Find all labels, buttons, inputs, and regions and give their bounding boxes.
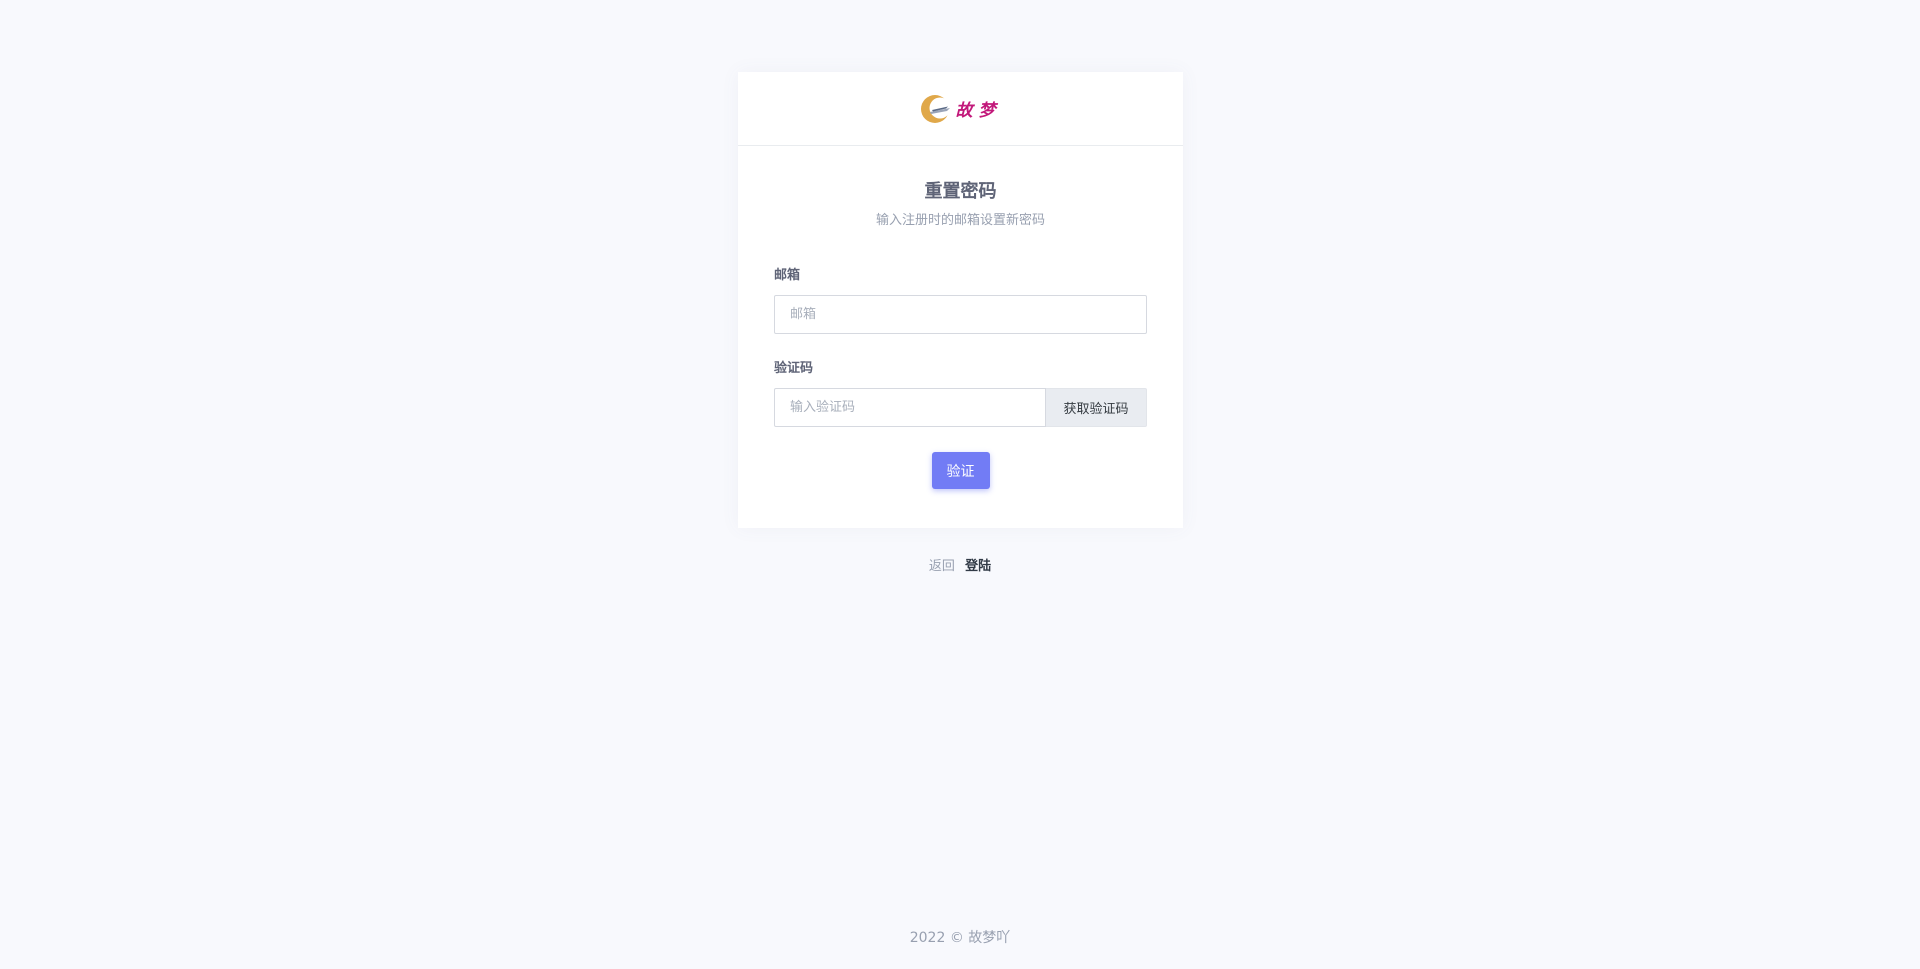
footer-copyright: 2022 © 故梦吖 — [909, 930, 1011, 946]
submit-wrap: 验证 — [774, 452, 1147, 489]
crescent-logo-icon — [920, 94, 950, 123]
logo-text: 故梦 — [955, 101, 1002, 121]
code-label: 验证码 — [774, 361, 814, 376]
email-label: 邮箱 — [774, 268, 801, 283]
card-body: 重置密码 输入注册时的邮箱设置新密码 邮箱 验证码 获取验证码 验证 — [738, 146, 1183, 489]
code-input-group: 获取验证码 — [774, 388, 1147, 427]
login-link[interactable]: 登陆 — [965, 559, 991, 574]
verify-button[interactable]: 验证 — [931, 452, 990, 489]
reset-password-card: 故梦 重置密码 输入注册时的邮箱设置新密码 邮箱 验证码 获取验证码 验证 — [738, 72, 1183, 528]
page-title: 重置密码 — [924, 181, 997, 202]
logo-link[interactable]: 故梦 — [920, 93, 1002, 125]
back-text: 返回 — [928, 559, 955, 574]
verification-code-input[interactable] — [774, 388, 1046, 427]
card-header: 故梦 — [738, 72, 1183, 146]
get-code-button[interactable]: 获取验证码 — [1046, 388, 1147, 427]
back-to-login-row: 返回 登陆 — [0, 557, 1920, 577]
email-field-group: 邮箱 — [774, 267, 1147, 334]
code-field-group: 验证码 获取验证码 — [774, 360, 1147, 427]
email-input[interactable] — [774, 295, 1147, 334]
page-subtitle: 输入注册时的邮箱设置新密码 — [875, 213, 1045, 228]
page: 故梦 重置密码 输入注册时的邮箱设置新密码 邮箱 验证码 获取验证码 验证 — [0, 0, 1920, 969]
